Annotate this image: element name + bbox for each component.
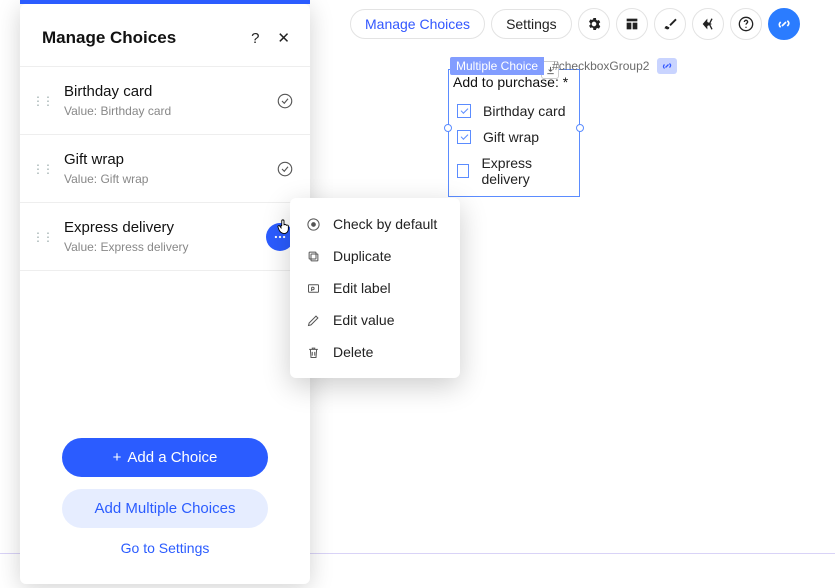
checkbox-icon[interactable] xyxy=(457,104,471,118)
panel-title: Manage Choices xyxy=(42,28,176,48)
checkbox-icon[interactable] xyxy=(457,164,469,178)
connect-icon[interactable] xyxy=(768,8,800,40)
add-choice-button[interactable]: +Add a Choice xyxy=(62,438,268,477)
add-multiple-choices-button[interactable]: Add Multiple Choices xyxy=(62,489,268,528)
choice-row[interactable]: ⋮⋮ Birthday card Value: Birthday card xyxy=(20,67,310,135)
choice-label: Birthday card xyxy=(64,83,264,100)
option-label: Express delivery xyxy=(481,155,571,187)
editor-toolbar: Manage Choices Settings xyxy=(350,8,800,40)
resize-handle-right[interactable] xyxy=(576,124,584,132)
manage-choices-panel: Manage Choices ? ✕ ⋮⋮ Birthday card Valu… xyxy=(20,4,310,584)
choice-value: Value: Gift wrap xyxy=(64,172,264,186)
option-label: Gift wrap xyxy=(483,129,539,145)
context-menu: Check by default Duplicate Edit label Ed… xyxy=(290,198,460,378)
element-badge: Multiple Choice #checkboxGroup2 xyxy=(450,57,677,75)
resize-handle-left[interactable] xyxy=(444,124,452,132)
option-label: Birthday card xyxy=(483,103,565,119)
choice-row[interactable]: ⋮⋮ Express delivery Value: Express deliv… xyxy=(20,203,310,271)
choice-label: Gift wrap xyxy=(64,151,264,168)
layout-icon[interactable] xyxy=(616,8,648,40)
drag-handle-icon[interactable]: ⋮⋮ xyxy=(32,230,52,244)
ctx-edit-label[interactable]: Edit label xyxy=(290,272,460,304)
animation-icon[interactable] xyxy=(692,8,724,40)
manage-choices-tab[interactable]: Manage Choices xyxy=(350,9,485,39)
element-id-label: #checkboxGroup2 xyxy=(548,57,653,75)
choice-label: Express delivery xyxy=(64,219,254,236)
close-icon[interactable]: ✕ xyxy=(277,29,290,47)
choice-value: Value: Express delivery xyxy=(64,240,254,254)
checkbox-option[interactable]: Gift wrap xyxy=(449,124,579,150)
pointer-cursor-icon xyxy=(275,218,293,241)
ctx-edit-value[interactable]: Edit value xyxy=(290,304,460,336)
element-type-label: Multiple Choice xyxy=(450,57,544,75)
checked-indicator-icon xyxy=(276,92,294,110)
checkbox-option[interactable]: Birthday card xyxy=(449,98,579,124)
ctx-check-default[interactable]: Check by default xyxy=(290,208,460,240)
go-to-settings-link[interactable]: Go to Settings xyxy=(121,540,210,556)
choice-value: Value: Birthday card xyxy=(64,104,264,118)
checked-indicator-icon xyxy=(276,160,294,178)
drag-handle-icon[interactable]: ⋮⋮ xyxy=(32,94,52,108)
drag-handle-icon[interactable]: ⋮⋮ xyxy=(32,162,52,176)
help-icon[interactable] xyxy=(730,8,762,40)
choice-list: ⋮⋮ Birthday card Value: Birthday card ⋮⋮… xyxy=(20,66,310,271)
connect-data-icon[interactable] xyxy=(657,58,677,74)
plus-icon: + xyxy=(113,449,122,466)
ctx-duplicate[interactable]: Duplicate xyxy=(290,240,460,272)
ctx-delete[interactable]: Delete xyxy=(290,336,460,368)
checkbox-icon[interactable] xyxy=(457,130,471,144)
settings-tab[interactable]: Settings xyxy=(491,9,572,39)
choice-row[interactable]: ⋮⋮ Gift wrap Value: Gift wrap xyxy=(20,135,310,203)
gear-icon[interactable] xyxy=(578,8,610,40)
checkbox-group-widget[interactable]: Add to purchase: * Birthday card Gift wr… xyxy=(448,69,580,197)
brush-icon[interactable] xyxy=(654,8,686,40)
panel-help-icon[interactable]: ? xyxy=(251,30,259,47)
checkbox-option[interactable]: Express delivery xyxy=(449,150,579,192)
